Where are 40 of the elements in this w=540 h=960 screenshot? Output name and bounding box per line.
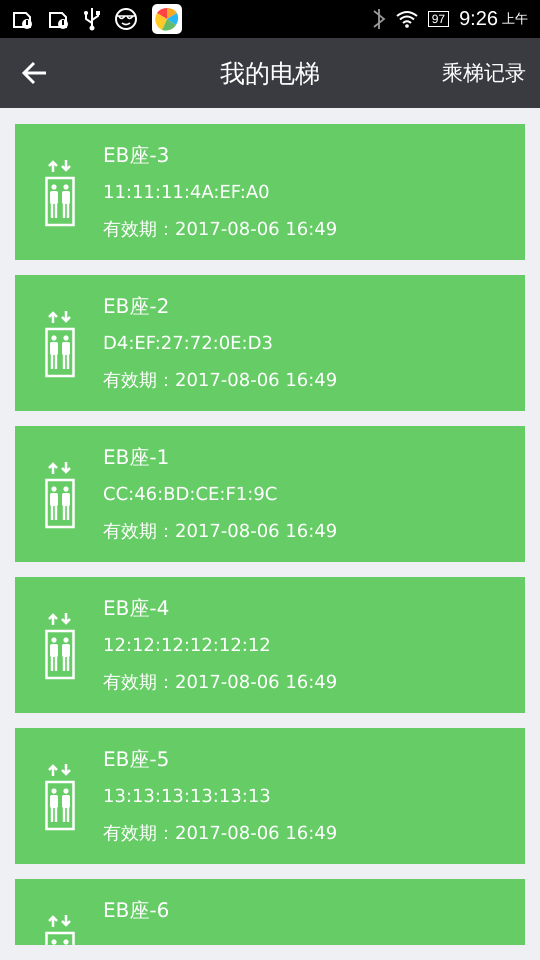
- elevator-name: EB座-6: [103, 897, 170, 923]
- back-button[interactable]: [22, 61, 48, 85]
- elevator-name: EB座-1: [103, 444, 170, 470]
- mac-address: 12:12:12:12:12:12: [103, 634, 272, 658]
- mac-address: CC:46:BD:CE:F1:9C: [103, 483, 278, 507]
- elevator-card[interactable]: EB座-5 13:13:13:13:13:13 有效期：2017-08-06 16:49: [15, 728, 525, 864]
- elevator-icon: [45, 460, 75, 530]
- elevator-name: EB座-2: [103, 293, 170, 319]
- elevator-card[interactable]: EB座-3 11:11:11:4A:EF:A0 有效期：2017-08-06 16:49: [15, 124, 525, 260]
- clock-time: 9:26: [459, 8, 498, 30]
- elevator-card[interactable]: EB座-6: [15, 879, 525, 945]
- elevator-icon: [45, 158, 75, 228]
- sim-alert-icon: [48, 9, 70, 29]
- elevator-card[interactable]: EB座-1 CC:46:BD:CE:F1:9C 有效期：2017-08-06 16:49: [15, 426, 525, 562]
- validity-date: 有效期：2017-08-06 16:49: [103, 520, 338, 544]
- app-icon: [152, 4, 182, 34]
- ride-records-link[interactable]: 乘梯记录: [442, 59, 526, 87]
- wifi-icon: [396, 10, 418, 28]
- page-title: 我的电梯: [220, 58, 320, 90]
- sim-alert-icon: [12, 9, 34, 29]
- mac-address: 13:13:13:13:13:13: [103, 785, 272, 809]
- am-pm-label: 上午: [502, 11, 528, 28]
- usb-icon: [84, 7, 100, 31]
- elevator-card[interactable]: EB座-4 12:12:12:12:12:12 有效期：2017-08-06 16:49: [15, 577, 525, 713]
- validity-date: 有效期：2017-08-06 16:49: [103, 369, 338, 393]
- elevator-name: EB座-4: [103, 595, 170, 621]
- elevator-name: EB座-5: [103, 746, 170, 772]
- validity-date: 有效期：2017-08-06 16:49: [103, 671, 338, 695]
- elevator-icon: [45, 762, 75, 832]
- validity-date: 有效期：2017-08-06 16:49: [103, 822, 338, 846]
- battery-level: 97: [428, 11, 450, 27]
- elevator-card[interactable]: EB座-2 D4:EF:27:72:0E:D3 有效期：2017-08-06 16:49: [15, 275, 525, 411]
- elevator-icon: [45, 611, 75, 681]
- mac-address: D4:EF:27:72:0E:D3: [103, 332, 274, 356]
- sunglasses-face-icon: [114, 7, 138, 31]
- elevator-icon: [45, 309, 75, 379]
- mac-address: 11:11:11:4A:EF:A0: [103, 181, 271, 205]
- elevator-name: EB座-3: [103, 142, 170, 168]
- bluetooth-icon: [372, 8, 386, 30]
- validity-date: 有效期：2017-08-06 16:49: [103, 218, 338, 242]
